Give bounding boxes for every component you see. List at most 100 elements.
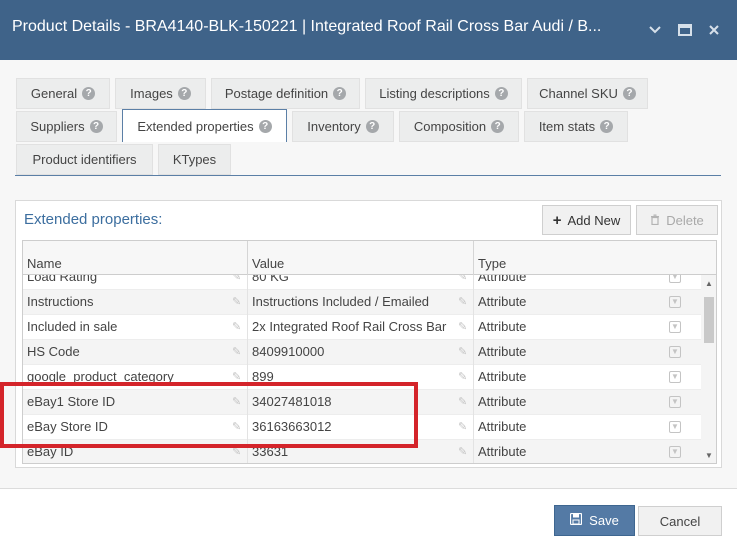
tab-general[interactable]: General? <box>16 78 110 109</box>
column-header-value[interactable]: Value <box>248 241 474 275</box>
help-icon: ? <box>622 87 636 100</box>
cancel-button[interactable]: Cancel <box>638 506 722 536</box>
cell-type[interactable]: Attribute ▼ <box>474 365 701 390</box>
dropdown-icon[interactable]: ▼ <box>669 446 681 458</box>
help-icon: ? <box>600 120 614 133</box>
cell-value[interactable]: 33631 ✎ <box>248 440 474 463</box>
cell-value[interactable]: 34027481018 ✎ <box>248 390 474 415</box>
edit-icon[interactable]: ✎ <box>458 371 470 383</box>
cell-value[interactable]: Instructions Included / Emailed ✎ <box>248 290 474 315</box>
scroll-down-icon[interactable]: ▼ <box>704 451 714 461</box>
cell-type[interactable]: Attribute ▼ <box>474 415 701 440</box>
scroll-up-icon[interactable]: ▲ <box>704 279 714 289</box>
cell-text: Load Rating <box>27 275 98 284</box>
delete-button[interactable]: Delete <box>636 205 718 235</box>
table-row[interactable]: eBay Store ID ✎ 36163663012 ✎ Attribute ▼ <box>23 415 701 440</box>
dropdown-icon[interactable]: ▼ <box>669 371 681 383</box>
cell-text: Attribute <box>478 394 527 409</box>
grid-scrollbar[interactable]: ▲ ▼ <box>701 275 716 463</box>
tab-inventory[interactable]: Inventory? <box>292 111 394 142</box>
edit-icon[interactable]: ✎ <box>232 346 244 358</box>
edit-icon[interactable]: ✎ <box>232 371 244 383</box>
cell-text: Instructions Included / Emailed <box>252 294 430 309</box>
column-header-type[interactable]: Type <box>474 241 716 275</box>
close-icon[interactable] <box>704 20 724 40</box>
plus-icon: + <box>552 211 562 229</box>
dropdown-icon[interactable]: ▼ <box>669 396 681 408</box>
tab-ktypes[interactable]: KTypes <box>158 144 231 175</box>
table-row[interactable]: eBay1 Store ID ✎ 34027481018 ✎ Attribute ▼ <box>23 390 701 415</box>
panel-title: Extended properties: <box>24 211 163 228</box>
table-row[interactable]: Included in sale ✎ 2x Integrated Roof Rail… <box>23 315 701 340</box>
edit-icon[interactable]: ✎ <box>232 396 244 408</box>
tab-label: Postage definition <box>224 86 329 101</box>
cell-text: 80 KG <box>252 275 289 284</box>
tab-images[interactable]: Images? <box>115 78 206 109</box>
cell-value[interactable]: 8409910000 ✎ <box>248 340 474 365</box>
dropdown-icon[interactable]: ▼ <box>669 346 681 358</box>
cell-value[interactable]: 899 ✎ <box>248 365 474 390</box>
maximize-icon[interactable] <box>675 20 695 40</box>
add-new-button[interactable]: + Add New <box>542 205 631 235</box>
cell-name[interactable]: eBay1 Store ID ✎ <box>23 390 248 415</box>
edit-icon[interactable]: ✎ <box>232 421 244 433</box>
cell-value[interactable]: 36163663012 ✎ <box>248 415 474 440</box>
tab-postage-definition[interactable]: Postage definition? <box>211 78 360 109</box>
tab-label: Item stats <box>538 119 596 134</box>
table-row[interactable]: google_product_category ✎ 899 ✎ Attribute ▼ <box>23 365 701 390</box>
table-row[interactable]: Instructions ✎ Instructions Included / Ema… <box>23 290 701 315</box>
tab-item-stats[interactable]: Item stats? <box>524 111 628 142</box>
cell-type[interactable]: Attribute ▼ <box>474 340 701 365</box>
edit-icon[interactable]: ✎ <box>232 446 244 458</box>
cell-name[interactable]: eBay ID ✎ <box>23 440 248 463</box>
cell-text: 899 <box>252 369 274 384</box>
collapse-icon[interactable] <box>645 20 665 40</box>
cell-text: Attribute <box>478 344 527 359</box>
tab-product-identifiers[interactable]: Product identifiers <box>16 144 153 175</box>
cell-name[interactable]: Included in sale ✎ <box>23 315 248 340</box>
tab-label: Suppliers <box>30 119 85 134</box>
cell-type[interactable]: Attribute ▼ <box>474 275 701 290</box>
edit-icon[interactable]: ✎ <box>232 296 244 308</box>
cell-type[interactable]: Attribute ▼ <box>474 290 701 315</box>
save-label: Save <box>589 513 619 528</box>
dropdown-icon[interactable]: ▼ <box>669 275 681 283</box>
dropdown-icon[interactable]: ▼ <box>669 321 681 333</box>
edit-icon[interactable]: ✎ <box>458 446 470 458</box>
dropdown-icon[interactable]: ▼ <box>669 421 681 433</box>
edit-icon[interactable]: ✎ <box>458 275 470 283</box>
help-icon: ? <box>177 87 191 100</box>
dropdown-icon[interactable]: ▼ <box>669 296 681 308</box>
tab-channel-sku[interactable]: Channel SKU? <box>527 78 648 109</box>
cell-text: Instructions <box>27 294 94 309</box>
edit-icon[interactable]: ✎ <box>458 321 470 333</box>
properties-grid: Name Value Type Load Rating ✎ 80 KG ✎ Attrib… <box>22 240 717 464</box>
tab-composition[interactable]: Composition? <box>399 111 519 142</box>
table-row[interactable]: HS Code ✎ 8409910000 ✎ Attribute ▼ <box>23 340 701 365</box>
save-button[interactable]: Save <box>554 505 635 536</box>
edit-icon[interactable]: ✎ <box>232 321 244 333</box>
edit-icon[interactable]: ✎ <box>458 421 470 433</box>
tab-extended-properties[interactable]: Extended properties? <box>122 109 287 142</box>
edit-icon[interactable]: ✎ <box>232 275 244 283</box>
cell-text: Attribute <box>478 294 527 309</box>
scrollbar-thumb[interactable] <box>704 297 714 343</box>
edit-icon[interactable]: ✎ <box>458 296 470 308</box>
column-header-name[interactable]: Name <box>23 241 248 275</box>
cell-type[interactable]: Attribute ▼ <box>474 440 701 463</box>
cell-value[interactable]: 2x Integrated Roof Rail Cross Bar ✎ <box>248 315 474 340</box>
cell-type[interactable]: Attribute ▼ <box>474 315 701 340</box>
table-row[interactable]: eBay ID ✎ 33631 ✎ Attribute ▼ <box>23 440 701 463</box>
cell-name[interactable]: HS Code ✎ <box>23 340 248 365</box>
tab-listing-descriptions[interactable]: Listing descriptions? <box>365 78 522 109</box>
edit-icon[interactable]: ✎ <box>458 396 470 408</box>
table-row[interactable]: Load Rating ✎ 80 KG ✎ Attribute ▼ <box>23 275 701 290</box>
cell-type[interactable]: Attribute ▼ <box>474 390 701 415</box>
cell-name[interactable]: google_product_category ✎ <box>23 365 248 390</box>
cell-name[interactable]: Instructions ✎ <box>23 290 248 315</box>
cell-value[interactable]: 80 KG ✎ <box>248 275 474 290</box>
cell-name[interactable]: eBay Store ID ✎ <box>23 415 248 440</box>
edit-icon[interactable]: ✎ <box>458 346 470 358</box>
cell-name[interactable]: Load Rating ✎ <box>23 275 248 290</box>
tab-suppliers[interactable]: Suppliers? <box>16 111 117 142</box>
